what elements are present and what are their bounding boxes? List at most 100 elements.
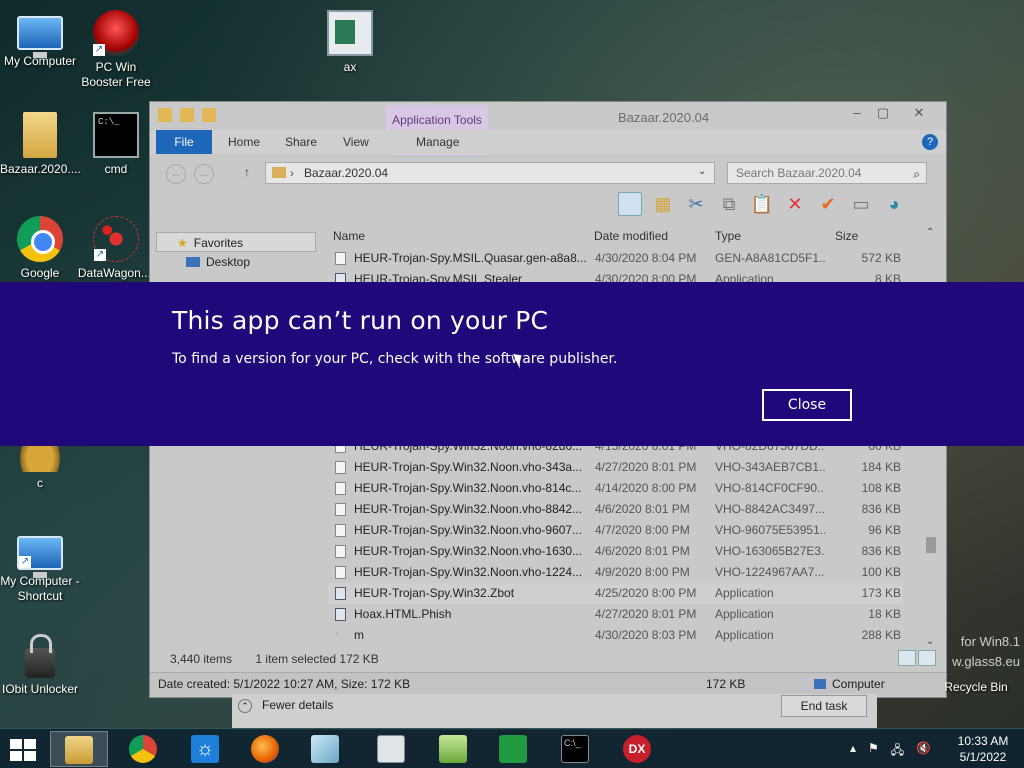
column-type[interactable]: Type: [715, 229, 741, 243]
start-button[interactable]: [8, 737, 38, 763]
taskbar-chrome[interactable]: [114, 731, 172, 767]
tab-share[interactable]: Share: [285, 130, 317, 154]
details-bar: Date created: 5/1/2022 10:27 AM, Size: 1…: [150, 672, 946, 696]
file-type: VHO-1224967AA7...: [715, 565, 825, 579]
file-row[interactable]: · m 4/30/2020 8:03 PM Application 288 KB: [328, 625, 903, 646]
nav-item-favorites[interactable]: ★ Favorites: [156, 232, 316, 252]
desktop-icon-label: cmd: [104, 162, 128, 176]
checkmark-icon[interactable]: ✔: [816, 192, 840, 216]
close-button[interactable]: Close: [762, 389, 852, 421]
delete-icon[interactable]: ✕: [783, 192, 807, 216]
close-window-button[interactable]: ✕: [906, 104, 932, 122]
desktop-icon-cmd[interactable]: C:\_ cmd: [76, 112, 156, 177]
taskbar-task-manager[interactable]: [362, 731, 420, 767]
file-type: VHO-343AEB7CB1...: [715, 460, 825, 474]
copy-icon[interactable]: ⧉: [717, 192, 741, 216]
clock[interactable]: 10:33 AM 5/1/2022: [948, 733, 1018, 765]
file-size: 173 KB: [861, 586, 901, 600]
column-name[interactable]: Name: [333, 229, 365, 243]
file-row[interactable]: HEUR-Trojan-Spy.MSIL.Quasar.gen-a8a8... 4…: [328, 248, 903, 269]
clock-date: 5/1/2022: [959, 750, 1007, 764]
address-dropdown-icon[interactable]: ⌄: [698, 166, 706, 177]
file-row[interactable]: HEUR-Trojan-Spy.Win32.Noon.vho-814c... 4/…: [328, 478, 903, 499]
file-row[interactable]: HEUR-Trojan-Spy.Win32.Noon.vho-1224... 4/…: [328, 562, 903, 583]
up-arrow-icon[interactable]: ↑: [244, 165, 250, 179]
desktop-icon-label: Bazaar.2020....: [0, 162, 81, 176]
scroll-thumb[interactable]: [926, 537, 936, 553]
forward-button[interactable]: →: [194, 164, 214, 184]
back-button[interactable]: ←: [166, 164, 186, 184]
taskbar-store[interactable]: [484, 731, 542, 767]
desktop-icon-my-computer[interactable]: My Computer: [0, 10, 80, 69]
column-size[interactable]: Size: [835, 229, 858, 243]
shortcut-arrow-icon: ↗: [94, 249, 106, 261]
action-center-flag-icon[interactable]: ⚑: [868, 741, 879, 762]
tab-manage[interactable]: Manage: [416, 130, 459, 154]
file-date: 4/30/2020 8:04 PM: [595, 251, 697, 265]
details-view-icon[interactable]: [898, 650, 916, 666]
network-icon[interactable]: 🖧: [891, 741, 904, 762]
shell-icon[interactable]: ◕: [882, 192, 906, 216]
help-icon[interactable]: ?: [922, 134, 938, 150]
clock-time: 10:33 AM: [957, 734, 1009, 748]
file-row[interactable]: HEUR-Trojan-Spy.Win32.Noon.vho-343a... 4/…: [328, 457, 903, 478]
cmd-icon: C:\_: [93, 112, 139, 158]
file-icon: [335, 566, 346, 579]
tab-home[interactable]: Home: [228, 130, 260, 154]
desktop-icon-label: Google: [20, 266, 60, 280]
task-manager-icon: [377, 735, 405, 763]
desktop-icon-bazaar-folder[interactable]: Bazaar.2020....: [0, 112, 81, 177]
tab-view[interactable]: View: [343, 130, 369, 154]
fewer-details-label: Fewer details: [262, 698, 334, 712]
file-size: 288 KB: [861, 628, 901, 642]
star-icon: ★: [177, 236, 188, 250]
search-input[interactable]: Search Bazaar.2020.04 ⌕: [727, 162, 927, 184]
taskbar-firefox[interactable]: [236, 731, 294, 767]
file-row[interactable]: HEUR-Trojan-Spy.Win32.Zbot 4/25/2020 8:00…: [328, 583, 903, 604]
desktop-icon-datawagon[interactable]: ↗ DataWagon....: [76, 216, 156, 281]
new-folder-icon[interactable]: [202, 108, 216, 122]
desktop-icon-pc-win-booster[interactable]: ↗ PC Win Booster Free: [76, 10, 156, 90]
desktop-icon-google[interactable]: Google: [0, 216, 80, 281]
tab-file[interactable]: File: [156, 130, 212, 154]
view-switcher: [898, 650, 936, 666]
taskbar-notepad-plus[interactable]: [424, 731, 482, 767]
folder-check-icon[interactable]: ▦: [651, 192, 675, 216]
file-row[interactable]: HEUR-Trojan-Spy.Win32.Noon.vho-8842... 4/…: [328, 499, 903, 520]
windows-logo-icon: [10, 739, 22, 749]
layout-pane-icon[interactable]: [618, 192, 642, 216]
minimize-button[interactable]: –: [844, 104, 870, 122]
nav-item-desktop[interactable]: Desktop: [156, 252, 316, 272]
window-titlebar[interactable]: Bazaar.2020.04 – ▢ ✕: [150, 102, 946, 130]
details-created: Date created: 5/1/2022 10:27 AM, Size: 1…: [158, 677, 411, 691]
file-row[interactable]: HEUR-Trojan-Spy.Win32.Noon.vho-1630... 4/…: [328, 541, 903, 562]
properties-icon[interactable]: [180, 108, 194, 122]
file-row[interactable]: HEUR-Trojan-Spy.Win32.Noon.vho-9607... 4/…: [328, 520, 903, 541]
large-icons-view-icon[interactable]: [918, 650, 936, 666]
file-name: HEUR-Trojan-Spy.Win32.Zbot: [354, 586, 515, 600]
taskbar-dx[interactable]: DX: [608, 731, 666, 767]
show-hidden-icons-icon[interactable]: ▴: [850, 741, 856, 762]
file-row[interactable]: Hoax.HTML.Phish 4/27/2020 8:01 PM Applicat…: [328, 604, 903, 625]
cut-icon[interactable]: ✂: [684, 192, 708, 216]
column-date-modified[interactable]: Date modified: [594, 229, 668, 243]
desktop-icon-recycle-bin[interactable]: Recycle Bin: [936, 680, 1016, 695]
custom-toolbar: ▦ ✂ ⧉ 📋 ✕ ✔ ▭ ◕: [618, 192, 906, 216]
fewer-details-button[interactable]: ⌃ Fewer details: [238, 698, 333, 713]
scroll-down-icon[interactable]: ⌄: [926, 636, 934, 647]
scroll-up-icon[interactable]: ⌃: [926, 227, 934, 238]
taskbar-settings[interactable]: ☼: [176, 731, 234, 767]
maximize-button[interactable]: ▢: [870, 104, 896, 122]
taskbar-notepad[interactable]: [296, 731, 354, 767]
paste-icon[interactable]: 📋: [750, 192, 774, 216]
desktop-icon-ax[interactable]: ax: [310, 10, 390, 75]
taskbar-cmd[interactable]: C:\_: [546, 731, 604, 767]
item-count: 3,440 items: [170, 652, 233, 666]
address-input[interactable]: › Bazaar.2020.04: [265, 162, 715, 184]
desktop-icon-my-computer-shortcut[interactable]: ↗ My Computer - Shortcut: [0, 530, 80, 604]
volume-muted-icon[interactable]: 🔇: [916, 741, 931, 762]
rename-icon[interactable]: ▭: [849, 192, 873, 216]
end-task-button[interactable]: End task: [781, 695, 867, 717]
desktop-icon-iobit-unlocker[interactable]: IObit Unlocker: [0, 632, 80, 697]
taskbar-file-explorer[interactable]: [50, 731, 108, 767]
